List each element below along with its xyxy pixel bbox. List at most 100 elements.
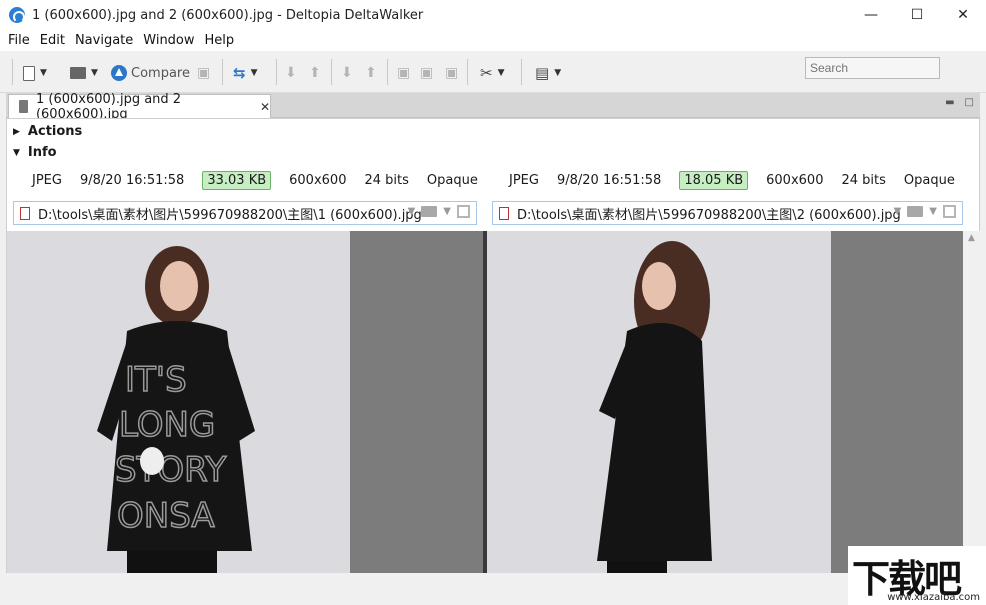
arrow-down-icon: ⬇ — [341, 65, 353, 81]
prev-diff-button[interactable]: ⬆ — [309, 62, 321, 84]
new-file-button[interactable]: ▼ — [23, 62, 47, 84]
title-bar: 1 (600x600).jpg and 2 (600x600).jpg - De… — [0, 0, 986, 30]
modified-date: 9/8/20 16:51:58 — [79, 172, 185, 188]
new-file-icon — [23, 65, 35, 81]
menu-navigate[interactable]: Navigate — [71, 33, 137, 48]
right-path: D:\tools\桌面\素材\图片\599670988200\主图\2 (600… — [517, 207, 901, 223]
window-controls: — ☐ ✕ — [848, 0, 986, 30]
menu-window[interactable]: Window — [139, 33, 198, 48]
layout-button[interactable]: ▤ ▼ — [535, 62, 561, 84]
bit-depth: 24 bits — [841, 172, 886, 188]
chevron-down-icon: ▼ — [554, 68, 562, 78]
compare-button[interactable]: Compare — [111, 62, 190, 84]
image-file-icon — [20, 206, 30, 220]
arrow-down-icon: ⬇ — [285, 65, 297, 81]
info-section[interactable]: ▼ Info — [13, 145, 57, 160]
minimize-view-icon[interactable]: ▬ — [945, 97, 954, 108]
minimize-button[interactable]: — — [848, 0, 894, 30]
right-path-actions: ▼ ▼ — [894, 205, 956, 218]
collapse-icon: ▼ — [13, 147, 20, 158]
watermark-url: www.xiazaiba.com — [887, 592, 980, 603]
format: JPEG — [32, 172, 62, 188]
chevron-down-icon: ▼ — [40, 68, 47, 78]
file-size-badge: 18.05 KB — [679, 170, 749, 190]
right-image-view[interactable] — [487, 231, 831, 573]
svg-text:ONSA: ONSA — [117, 496, 215, 536]
maximize-view-icon[interactable]: □ — [965, 97, 974, 108]
vertical-scrollbar[interactable]: ▲ — [963, 231, 980, 573]
menu-bar: File Edit Navigate Window Help — [0, 30, 986, 51]
toolbar-separator — [387, 59, 388, 85]
left-path: D:\tools\桌面\素材\图片\599670988200\主图\1 (600… — [38, 207, 422, 223]
chevron-down-icon[interactable]: ▼ — [929, 206, 937, 217]
tab-close-icon[interactable]: ✕ — [260, 100, 270, 114]
transparency: Opaque — [903, 172, 955, 188]
dimensions: 600x600 — [766, 172, 824, 188]
arrow-up-icon: ⬆ — [365, 65, 377, 81]
chevron-down-icon[interactable]: ▼ — [443, 206, 451, 217]
right-photo — [487, 231, 831, 573]
tab-controls: ▬ □ — [945, 97, 974, 108]
next-change-button[interactable]: ⬇ — [341, 62, 353, 84]
merge-button[interactable]: ▣ — [420, 62, 433, 84]
close-button[interactable]: ✕ — [940, 0, 986, 30]
browse-folder-icon[interactable] — [907, 206, 924, 217]
watermark-logo: 下载吧 www.xiazaiba.com — [848, 546, 986, 605]
copy-right-button[interactable]: ▣ — [397, 62, 410, 84]
copy-left-button[interactable]: ▣ — [445, 62, 458, 84]
folder-icon — [70, 67, 86, 79]
actions-label: Actions — [27, 124, 83, 139]
left-photo: IT'S LONG STORY ONSA — [7, 231, 350, 573]
dimensions: 600x600 — [289, 172, 347, 188]
copy-right-icon: ▣ — [397, 65, 411, 81]
new-folder-button[interactable]: ▼ — [70, 62, 98, 84]
browse-folder-icon[interactable] — [421, 206, 438, 217]
next-diff-button[interactable]: ⬇ — [285, 62, 297, 84]
toolbar-separator — [222, 59, 223, 85]
compare-label: Compare — [131, 65, 190, 81]
right-path-field[interactable]: D:\tools\桌面\素材\图片\599670988200\主图\2 (600… — [492, 201, 963, 225]
svg-text:STORY: STORY — [115, 450, 227, 490]
toolbar-separator — [331, 59, 332, 85]
save-icon[interactable] — [457, 205, 470, 218]
stop-button[interactable]: ▣ — [197, 62, 210, 84]
stop-icon: ▣ — [197, 65, 211, 81]
image-file-icon — [499, 206, 509, 220]
tools-button[interactable]: ✂ ▼ — [480, 62, 505, 84]
actions-section[interactable]: ▶ Actions — [13, 124, 82, 139]
prev-change-button[interactable]: ⬆ — [365, 62, 377, 84]
history-dropdown-icon[interactable]: ▼ — [408, 206, 416, 217]
right-file-info: JPEG 9/8/20 16:51:58 18.05 KB 600x600 24… — [509, 168, 973, 192]
chevron-down-icon: ▼ — [250, 68, 258, 78]
menu-edit[interactable]: Edit — [36, 33, 69, 48]
toolbar-separator — [276, 59, 277, 85]
search-input[interactable] — [805, 57, 940, 79]
app-logo-icon — [9, 7, 25, 23]
left-path-field[interactable]: D:\tools\桌面\素材\图片\599670988200\主图\1 (600… — [13, 201, 477, 225]
toolbar-separator — [12, 59, 13, 85]
tools-icon: ✂ — [480, 64, 493, 82]
left-path-actions: ▼ ▼ — [408, 205, 470, 218]
tab-comparison[interactable]: 1 (600x600).jpg and 2 (600x600).jpg ✕ — [8, 92, 271, 122]
merge-icon: ▣ — [420, 65, 434, 81]
menu-help[interactable]: Help — [201, 33, 239, 48]
svg-text:LONG: LONG — [119, 405, 215, 445]
scroll-up-icon[interactable]: ▲ — [963, 233, 980, 243]
document-icon — [19, 100, 28, 113]
save-icon[interactable] — [943, 205, 956, 218]
info-label: Info — [27, 145, 57, 160]
transparency: Opaque — [426, 172, 478, 188]
toolbar-separator — [467, 59, 468, 85]
swap-button[interactable]: ⇆ ▼ — [233, 62, 258, 84]
window-title: 1 (600x600).jpg and 2 (600x600).jpg - De… — [32, 7, 424, 23]
history-dropdown-icon[interactable]: ▼ — [894, 206, 902, 217]
menu-file[interactable]: File — [4, 33, 34, 48]
arrow-up-icon: ⬆ — [309, 65, 321, 81]
chevron-down-icon: ▼ — [497, 68, 505, 78]
svg-text:IT'S: IT'S — [125, 360, 187, 400]
editor-tab-bar: 1 (600x600).jpg and 2 (600x600).jpg ✕ ▬ … — [6, 92, 980, 122]
tab-label: 1 (600x600).jpg and 2 (600x600).jpg — [35, 91, 182, 122]
left-image-view[interactable]: IT'S LONG STORY ONSA — [7, 231, 350, 573]
bit-depth: 24 bits — [364, 172, 409, 188]
maximize-button[interactable]: ☐ — [894, 0, 940, 30]
